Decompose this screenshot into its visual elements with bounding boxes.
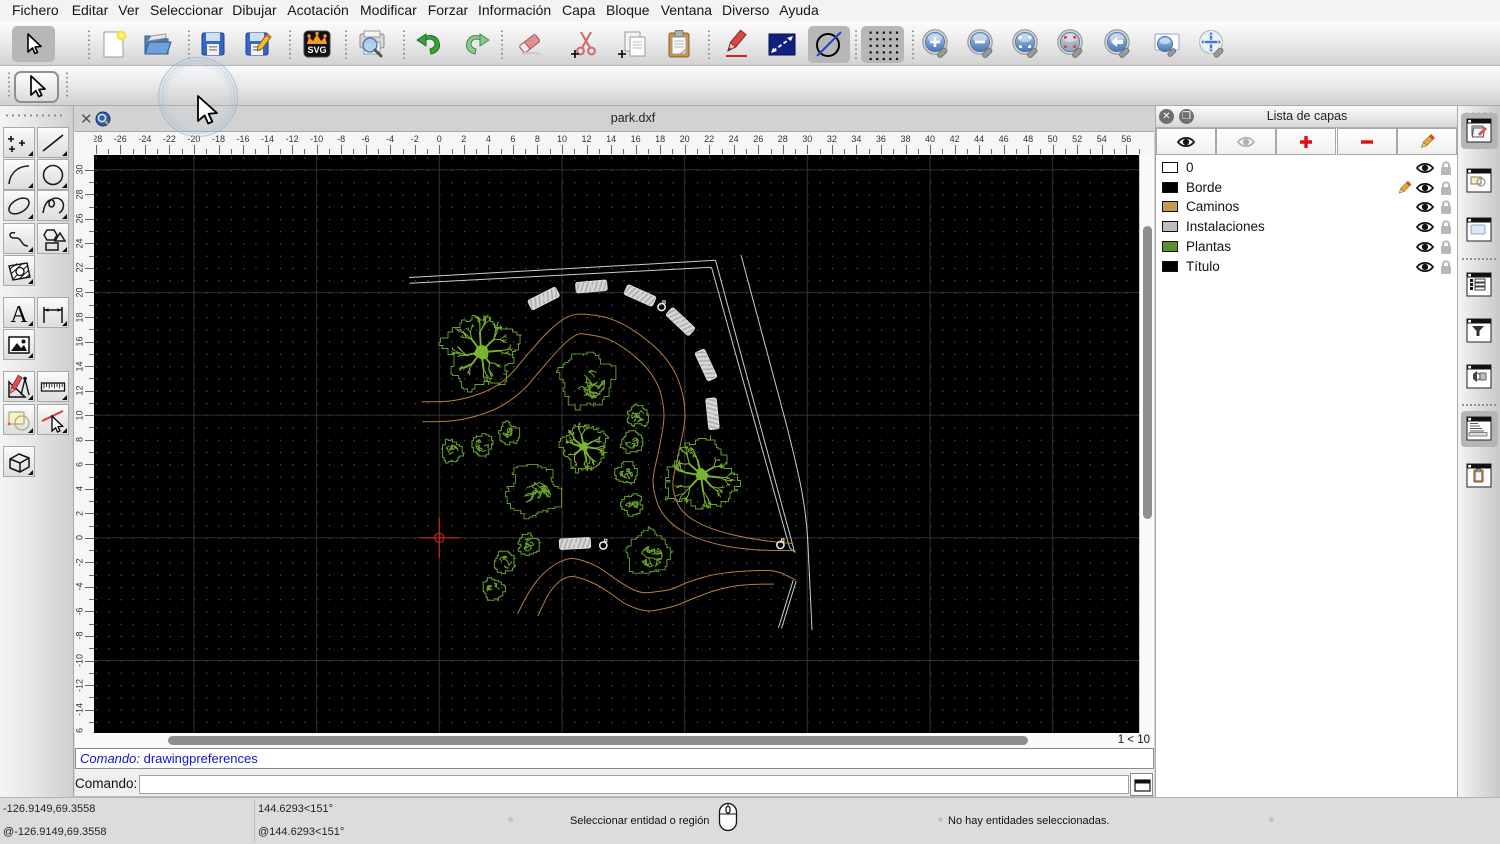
svg-text:SVG: SVG: [307, 45, 326, 55]
svg-text:A: A: [10, 302, 28, 327]
